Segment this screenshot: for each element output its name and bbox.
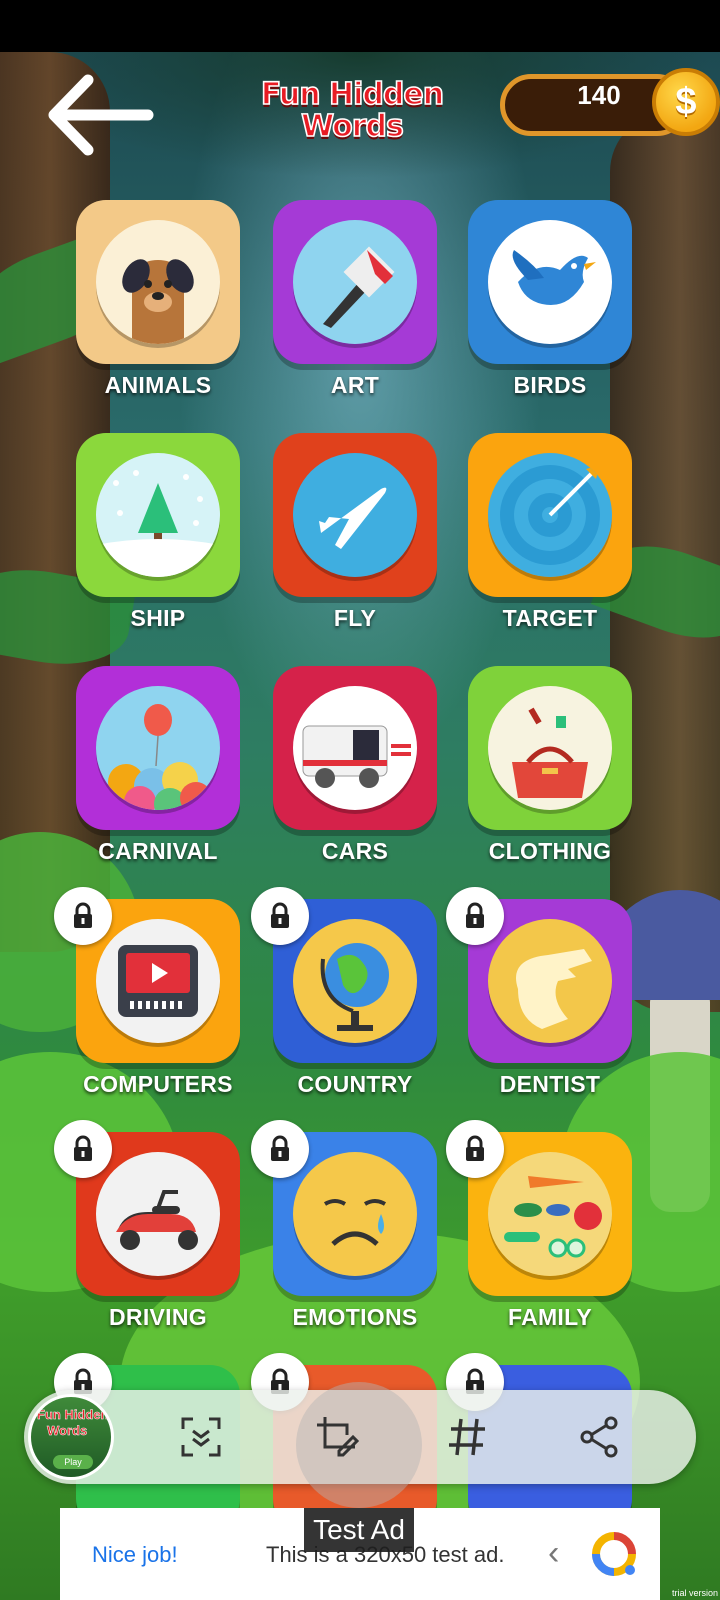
category-cars[interactable]: CARS xyxy=(255,666,437,896)
back-button[interactable] xyxy=(40,70,156,160)
ad-nice-job: Nice job! xyxy=(92,1542,178,1567)
title-line-2: Words xyxy=(300,109,404,144)
app-thumbnail[interactable]: Fun Hidden Words Play xyxy=(28,1394,114,1480)
lock-icon xyxy=(54,1120,112,1178)
category-label: FLY xyxy=(333,605,377,631)
category-fly[interactable]: FLY xyxy=(255,433,437,663)
trial-watermark: trial version xyxy=(672,1588,719,1598)
crop-edit-icon[interactable] xyxy=(312,1412,362,1462)
category-label: DRIVING xyxy=(109,1304,207,1330)
balloons-icon xyxy=(96,686,220,810)
category-label: CARS xyxy=(321,838,389,864)
chevron-left-icon[interactable]: ‹ xyxy=(548,1534,559,1573)
category-emotions[interactable]: EMOTIONS xyxy=(251,1120,437,1362)
handbag-icon xyxy=(488,686,612,810)
dinosaur-icon xyxy=(488,919,612,1043)
lock-icon xyxy=(54,887,112,945)
globe-icon xyxy=(293,919,417,1043)
hashtag-icon[interactable] xyxy=(442,1412,492,1462)
floating-toolbar: Fun Hidden Words Play xyxy=(24,1382,696,1508)
category-clothing[interactable]: CLOTHING xyxy=(450,666,632,896)
category-label: ANIMALS xyxy=(104,372,212,398)
back-arrow-icon xyxy=(48,74,154,156)
coin-balance[interactable]: 140 $ xyxy=(500,68,720,142)
lock-icon xyxy=(446,887,504,945)
category-computers[interactable]: COMPUTERS xyxy=(54,887,240,1129)
tv-icon xyxy=(96,919,220,1043)
share-icon[interactable] xyxy=(574,1412,624,1462)
title-line-1: Fun Hidden xyxy=(260,77,445,112)
vegetables-icon xyxy=(488,1152,612,1276)
category-label: BIRDS xyxy=(513,372,587,398)
category-label: COMPUTERS xyxy=(83,1071,233,1097)
category-target[interactable]: TARGET xyxy=(450,433,632,663)
category-label: DENTIST xyxy=(499,1071,601,1097)
dog-icon xyxy=(96,220,220,344)
category-carnival[interactable]: CARNIVAL xyxy=(58,666,240,896)
category-ship[interactable]: SHIP xyxy=(58,433,240,663)
scan-icon[interactable] xyxy=(176,1412,226,1462)
paintbrush-icon xyxy=(293,220,417,344)
target-icon xyxy=(488,453,612,577)
scooter-icon xyxy=(96,1152,220,1276)
snow-globe-icon xyxy=(96,453,220,577)
category-label: FAMILY xyxy=(507,1304,593,1330)
category-birds[interactable]: BIRDS xyxy=(450,200,632,430)
category-label: EMOTIONS xyxy=(292,1304,418,1330)
coin-icon: $ xyxy=(652,68,720,136)
bird-icon xyxy=(488,220,612,344)
ambulance-icon xyxy=(293,686,417,810)
lock-icon xyxy=(251,887,309,945)
lock-icon xyxy=(446,1120,504,1178)
category-country[interactable]: COUNTRY xyxy=(251,887,437,1129)
category-label: TARGET xyxy=(502,605,598,631)
category-art[interactable]: ART xyxy=(255,200,437,430)
airplane-icon xyxy=(293,453,417,577)
category-label: ART xyxy=(330,372,380,398)
game-title: Fun Hidden Words xyxy=(252,77,452,144)
lock-icon xyxy=(251,1120,309,1178)
ad-logo-icon xyxy=(592,1532,636,1576)
category-family[interactable]: FAMILY xyxy=(446,1120,632,1362)
category-animals[interactable]: ANIMALS xyxy=(58,200,240,430)
category-driving[interactable]: DRIVING xyxy=(54,1120,240,1362)
test-ad-badge: Test Ad xyxy=(304,1508,414,1552)
category-label: SHIP xyxy=(130,605,186,631)
status-bar xyxy=(0,0,720,52)
category-label: COUNTRY xyxy=(297,1071,413,1097)
category-dentist[interactable]: DENTIST xyxy=(446,887,632,1129)
sad-face-icon xyxy=(293,1152,417,1276)
category-label: CARNIVAL xyxy=(98,838,218,864)
category-label: CLOTHING xyxy=(488,838,612,864)
